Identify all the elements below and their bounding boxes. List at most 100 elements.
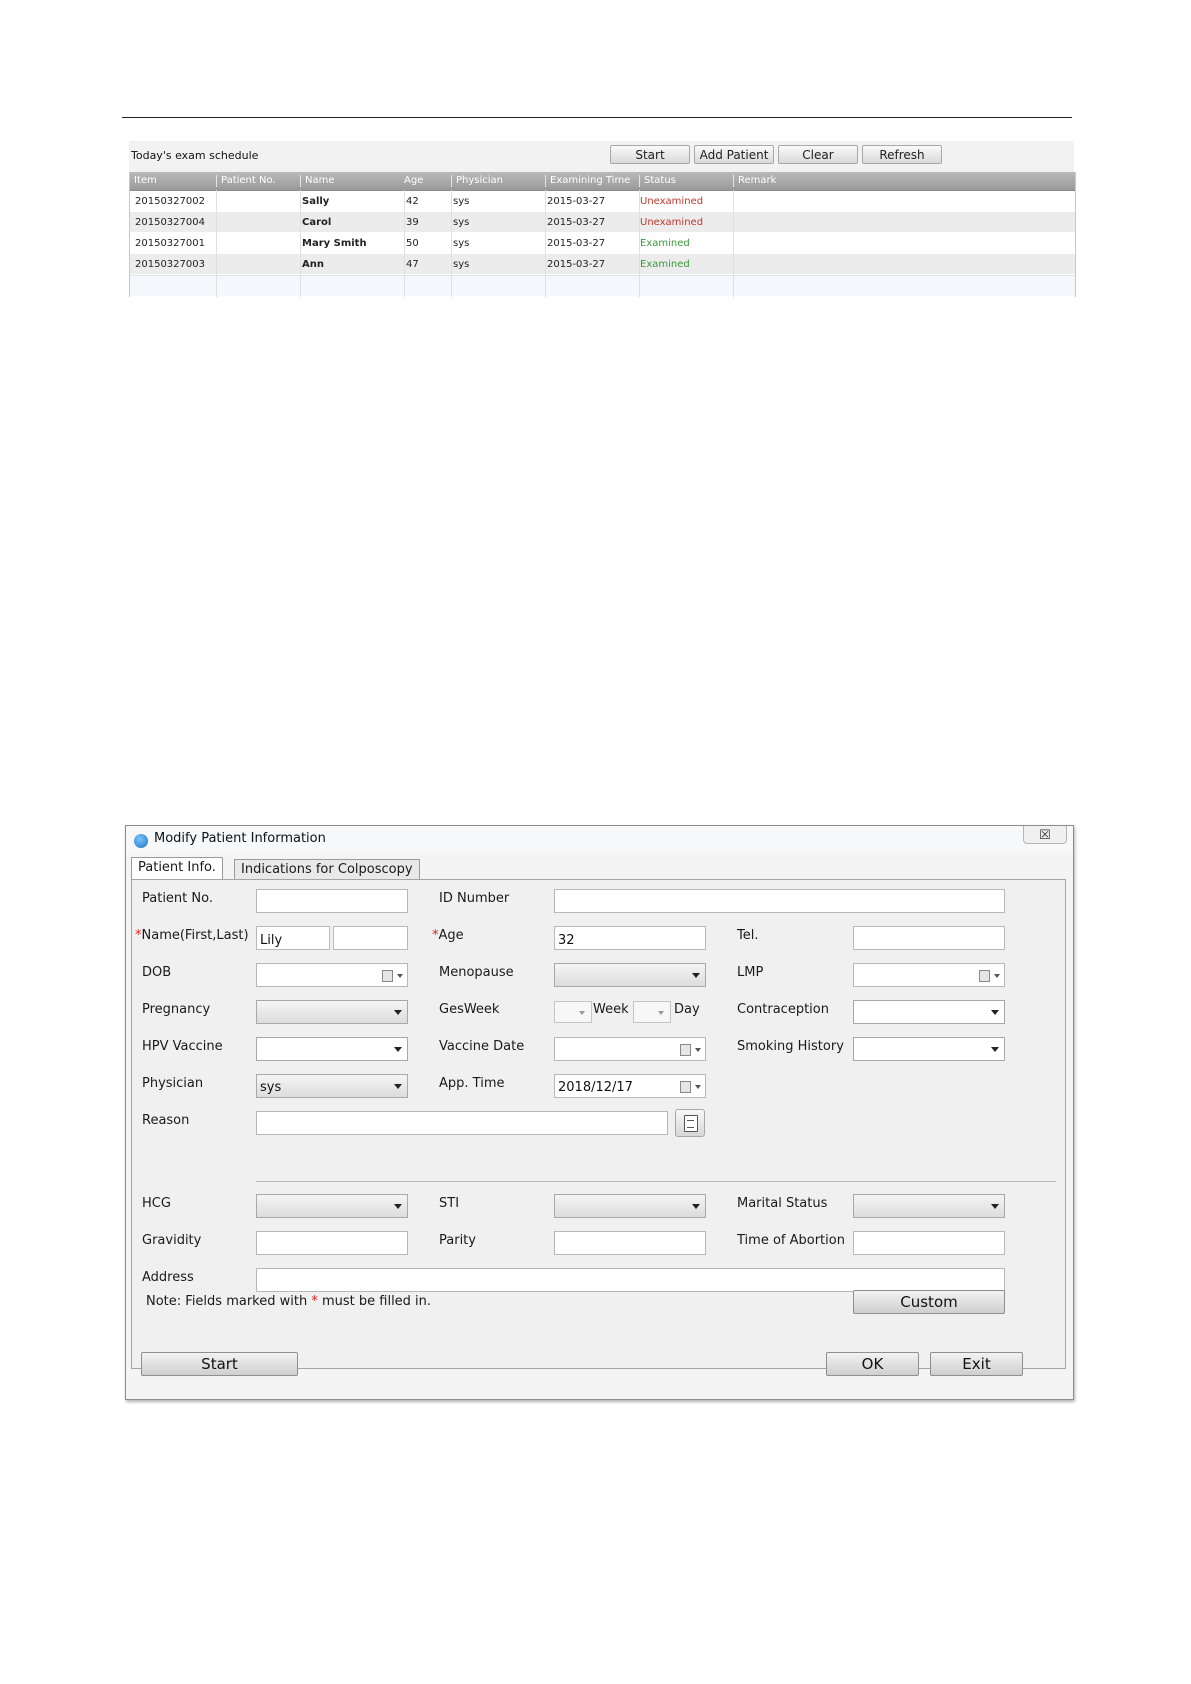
hpv-vaccine-select[interactable] <box>256 1037 408 1061</box>
start-button[interactable]: Start <box>610 145 690 164</box>
cell-name: Carol <box>302 217 332 228</box>
calendar-icon[interactable] <box>382 970 393 982</box>
age-input[interactable] <box>554 926 706 950</box>
calendar-icon[interactable] <box>680 1081 691 1093</box>
name-label: *Name(First,Last) <box>135 928 249 943</box>
parity-input[interactable] <box>554 1231 706 1255</box>
cell-item: 20150327001 <box>135 238 205 249</box>
col-patient-no[interactable]: Patient No. <box>216 175 276 187</box>
col-examining-time[interactable]: Examining Time <box>545 175 630 187</box>
exam-schedule-panel: Today's exam schedule Start Add Patient … <box>129 141 1076 297</box>
pregnancy-select[interactable] <box>256 1000 408 1024</box>
table-row[interactable]: 20150327004 Carol 39 sys 2015-03-27 Unex… <box>130 212 1075 232</box>
sti-select[interactable] <box>554 1194 706 1218</box>
cell-status: Unexamined <box>640 196 704 207</box>
smoking-history-select[interactable] <box>853 1037 1005 1061</box>
column-divider <box>300 190 301 297</box>
gesweek-day-select[interactable] <box>633 1001 671 1023</box>
parity-label: Parity <box>439 1233 476 1248</box>
lmp-date-picker[interactable] <box>853 963 1005 987</box>
cell-age: 39 <box>406 217 419 228</box>
table-row-empty[interactable] <box>130 275 1075 296</box>
physician-label: Physician <box>142 1076 204 1091</box>
chevron-down-icon <box>658 1011 664 1015</box>
reason-lookup-button[interactable] <box>675 1109 705 1137</box>
first-name-input[interactable] <box>256 926 330 950</box>
dob-label: DOB <box>142 965 172 980</box>
time-of-abortion-input[interactable] <box>853 1231 1005 1255</box>
gravidity-label: Gravidity <box>142 1233 202 1248</box>
cell-physician: sys <box>453 196 470 207</box>
note-suffix: must be filled in. <box>317 1294 432 1309</box>
exit-button[interactable]: Exit <box>930 1352 1023 1376</box>
clear-button[interactable]: Clear <box>778 145 858 164</box>
ok-button[interactable]: OK <box>826 1352 919 1376</box>
modify-patient-dialog: Modify Patient Information ☒ Patient Inf… <box>125 825 1074 1400</box>
patient-no-input[interactable] <box>256 889 408 913</box>
cell-age: 42 <box>406 196 419 207</box>
cell-name: Sally <box>302 196 330 207</box>
last-name-input[interactable] <box>333 926 408 950</box>
close-icon: ☒ <box>1039 827 1051 842</box>
cell-item: 20150327003 <box>135 259 205 270</box>
chevron-down-icon <box>394 1047 402 1052</box>
tab-patient-info[interactable]: Patient Info. <box>131 857 223 880</box>
vaccine-date-picker[interactable] <box>554 1037 706 1061</box>
app-logo-icon <box>134 834 148 848</box>
required-note: Note: Fields marked with * must be fille… <box>146 1294 431 1309</box>
marital-status-select[interactable] <box>853 1194 1005 1218</box>
tel-label: Tel. <box>737 928 759 943</box>
column-divider <box>545 190 546 297</box>
add-patient-button[interactable]: Add Patient <box>694 145 774 164</box>
cell-status: Unexamined <box>640 217 704 228</box>
column-divider <box>451 190 452 297</box>
cell-name: Mary Smith <box>302 238 367 249</box>
cell-time: 2015-03-27 <box>547 238 606 249</box>
col-status[interactable]: Status <box>639 175 676 187</box>
refresh-button[interactable]: Refresh <box>862 145 942 164</box>
address-input[interactable] <box>256 1268 1005 1292</box>
chevron-down-icon <box>397 974 403 978</box>
hcg-select[interactable] <box>256 1194 408 1218</box>
gesweek-week-select[interactable] <box>554 1001 592 1023</box>
table-row[interactable]: 20150327001 Mary Smith 50 sys 2015-03-27… <box>130 233 1075 253</box>
contraception-select[interactable] <box>853 1000 1005 1024</box>
physician-select[interactable]: sys <box>256 1074 408 1098</box>
reason-input[interactable] <box>256 1111 668 1135</box>
column-divider <box>733 190 734 297</box>
chevron-down-icon <box>394 1084 402 1089</box>
cell-time: 2015-03-27 <box>547 259 606 270</box>
column-divider <box>639 190 640 297</box>
dialog-titlebar[interactable]: Modify Patient Information ☒ <box>126 826 1073 854</box>
tel-input[interactable] <box>853 926 1005 950</box>
chevron-down-icon <box>692 973 700 978</box>
day-label: Day <box>674 1002 700 1017</box>
tab-indications[interactable]: Indications for Colposcopy <box>234 859 420 880</box>
app-time-date-picker[interactable]: 2018/12/17 <box>554 1074 706 1098</box>
close-button[interactable]: ☒ <box>1023 826 1067 844</box>
hcg-label: HCG <box>142 1196 171 1211</box>
col-physician[interactable]: Physician <box>451 175 503 187</box>
col-name[interactable]: Name <box>300 175 335 187</box>
menopause-select[interactable] <box>554 963 706 987</box>
chevron-down-icon <box>994 974 1000 978</box>
gravidity-input[interactable] <box>256 1231 408 1255</box>
cell-item: 20150327004 <box>135 217 205 228</box>
col-item[interactable]: Item <box>130 175 157 187</box>
cell-physician: sys <box>453 238 470 249</box>
id-number-input[interactable] <box>554 889 1005 913</box>
reason-label: Reason <box>142 1113 190 1128</box>
start-exam-button[interactable]: Start <box>141 1352 298 1376</box>
age-label: *Age <box>432 928 464 943</box>
calendar-icon[interactable] <box>979 970 990 982</box>
col-remark[interactable]: Remark <box>733 175 776 187</box>
dob-date-picker[interactable] <box>256 963 408 987</box>
table-header: Item Patient No. Name Age Physician Exam… <box>130 172 1075 191</box>
table-row[interactable]: 20150327003 Ann 47 sys 2015-03-27 Examin… <box>130 254 1075 274</box>
week-label: Week <box>593 1002 629 1017</box>
col-age[interactable]: Age <box>404 175 423 187</box>
calendar-icon[interactable] <box>680 1044 691 1056</box>
custom-button[interactable]: Custom <box>853 1290 1005 1314</box>
chevron-down-icon <box>695 1085 701 1089</box>
table-row[interactable]: 20150327002 Sally 42 sys 2015-03-27 Unex… <box>130 191 1075 211</box>
